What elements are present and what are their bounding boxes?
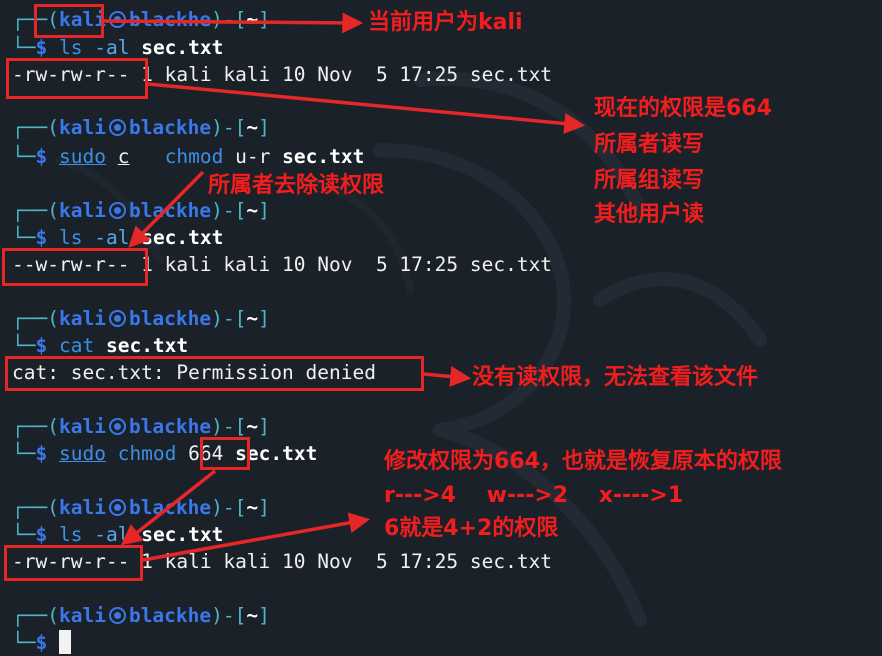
arrow-restore-note (142, 512, 371, 562)
note-remove-read: 所属者去除读权限 (208, 173, 385, 198)
note-perm-664: 现在的权限是664 (594, 96, 772, 121)
note-restore: 修改权限为664，也就是恢复原本的权限 (384, 449, 782, 474)
note-denied: 没有读权限，无法查看该文件 (472, 365, 759, 390)
arrow-664 (120, 469, 217, 546)
note-group-rw: 所属组读写 (594, 168, 705, 193)
arrow-remove-read (128, 170, 205, 248)
note-rwx-values: r--->4 w--->2 x---->1 (384, 483, 684, 508)
note-owner-rw: 所属者读写 (594, 132, 705, 157)
arrow-perm-note (147, 82, 586, 134)
arrow-denied-note (423, 366, 472, 387)
note-current-user: 当前用户为kali (368, 10, 523, 35)
note-six-meaning: 6就是4+2的权限 (384, 516, 559, 541)
arrow-user-note (103, 12, 364, 34)
note-others-r: 其他用户读 (594, 202, 705, 227)
